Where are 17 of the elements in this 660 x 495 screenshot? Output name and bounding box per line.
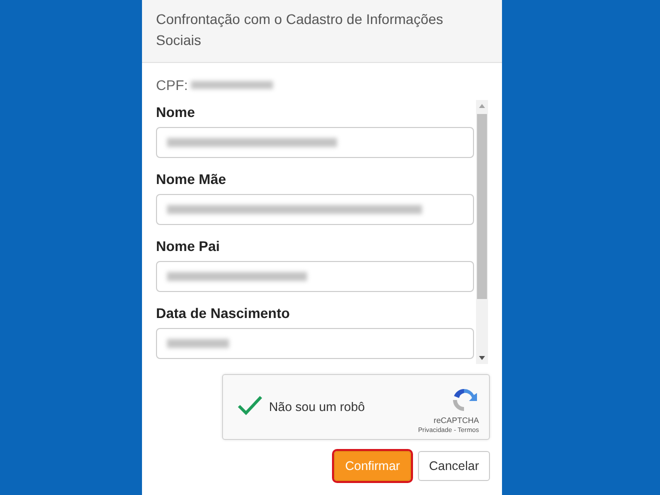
cancel-button[interactable]: Cancelar	[418, 451, 490, 481]
captcha-brand: reCAPTCHA	[434, 416, 479, 425]
captcha-label: Não sou um robô	[269, 400, 366, 414]
input-field[interactable]	[156, 127, 474, 158]
input-field[interactable]	[156, 194, 474, 225]
scrollbar[interactable]	[476, 100, 488, 364]
field-label: Nome Pai	[156, 238, 220, 254]
cpf-label: CPF:	[156, 77, 188, 93]
dialog-title: Confrontação com o Cadastro de Informações Sociais	[156, 10, 444, 50]
field-label: Nome Mãe	[156, 171, 226, 187]
scroll-down-icon[interactable]	[478, 354, 486, 362]
field-label: Data de Nascimento	[156, 305, 290, 321]
scroll-up-icon[interactable]	[478, 102, 486, 110]
field-label: Nome	[156, 104, 195, 120]
input-field[interactable]	[156, 261, 474, 292]
check-icon[interactable]	[237, 394, 263, 416]
input-field[interactable]	[156, 328, 474, 359]
